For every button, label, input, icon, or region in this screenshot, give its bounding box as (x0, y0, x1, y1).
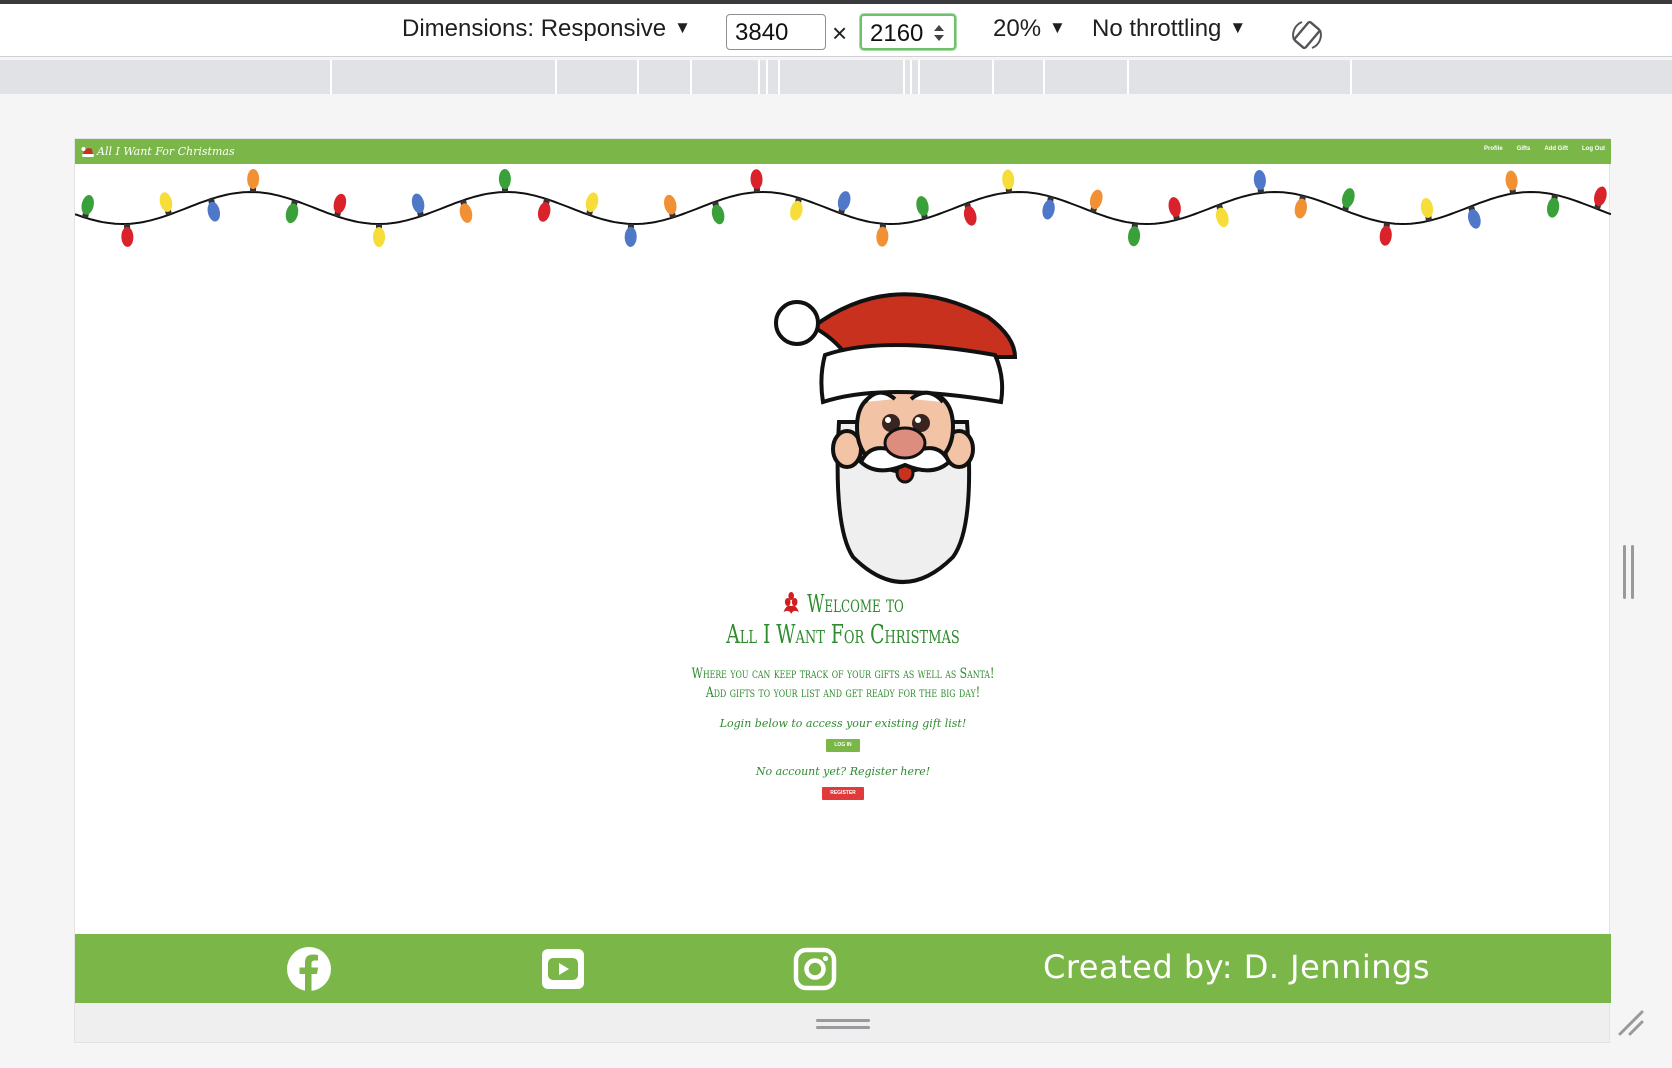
throttling-dropdown[interactable]: No throttling ▼ (1092, 14, 1246, 44)
site-brand[interactable]: All I Want For Christmas (81, 141, 235, 161)
light-bulb (285, 199, 299, 224)
nav-log-out[interactable]: Log Out (1582, 146, 1605, 152)
light-bulb (585, 192, 599, 216)
light-bulb (1128, 223, 1141, 247)
register-hint: No account yet? Register here! (755, 765, 931, 778)
device-viewport: All I Want For Christmas Profile Gifts A… (74, 138, 1611, 1043)
tagline-line2: Add gifts to your list and get ready for… (705, 685, 981, 701)
light-bulb (81, 195, 94, 219)
welcome-heading: Welcome to All I Want For Christmas (643, 589, 1043, 651)
nav-profile[interactable]: Profile (1484, 146, 1503, 152)
light-bulb (1294, 195, 1307, 219)
light-bulb (159, 192, 173, 216)
welcome-line2: All I Want For Christmas (726, 620, 960, 650)
youtube-icon[interactable] (540, 946, 586, 992)
light-bulb (1505, 170, 1518, 194)
tagline-line1: Where you can keep track of your gifts a… (691, 666, 995, 682)
light-bulb (498, 169, 511, 193)
resize-handle-bottom-icon[interactable] (816, 1018, 870, 1030)
site-navbar: All I Want For Christmas Profile Gifts A… (75, 139, 1611, 164)
brand-text: All I Want For Christmas (97, 144, 235, 158)
zoom-label: 20% (993, 15, 1042, 42)
light-bulb (1215, 204, 1229, 228)
stepper-icon[interactable] (932, 22, 946, 44)
dimensions-label: Dimensions: Responsive (402, 15, 667, 42)
light-bulb (624, 223, 637, 247)
light-bulb (247, 169, 260, 193)
nav-gifts[interactable]: Gifts (1517, 146, 1531, 152)
height-input[interactable]: 2160 (860, 14, 956, 50)
light-bulb (1168, 197, 1181, 221)
santa-hat-icon (81, 147, 94, 157)
zoom-dropdown[interactable]: 20% ▼ (993, 14, 1066, 44)
dimensions-dropdown[interactable]: Dimensions: Responsive ▼ (402, 14, 691, 44)
light-bulb (1379, 222, 1392, 246)
light-bulb (790, 197, 803, 221)
media-query-ruler[interactable] (0, 60, 1672, 94)
santa-illustration (774, 292, 1018, 584)
light-bulb (916, 196, 929, 220)
rotate-icon[interactable] (1288, 16, 1326, 54)
nav-add-gift[interactable]: Add Gift (1544, 146, 1568, 152)
light-bulb (1253, 169, 1266, 194)
throttling-caret-icon: ▼ (1229, 18, 1247, 37)
register-button[interactable]: REGISTER (822, 787, 864, 800)
light-bulb (1042, 196, 1055, 220)
zoom-caret-icon: ▼ (1049, 18, 1066, 37)
facebook-icon[interactable] (286, 946, 332, 992)
holly-icon (783, 592, 800, 614)
instagram-icon[interactable] (792, 946, 838, 992)
light-bulb (373, 223, 386, 247)
site-footer: Created by: D. Jennings (75, 934, 1611, 1003)
login-button[interactable]: LOG IN (826, 739, 860, 752)
width-input[interactable]: 3840 (726, 14, 826, 50)
light-bulb (711, 201, 725, 225)
credit-text: Created by: D. Jennings (1043, 948, 1431, 986)
login-hint: Login below to access your existing gift… (719, 717, 967, 730)
welcome-line1-row: Welcome to (703, 589, 983, 619)
resize-handle-right-icon[interactable] (1622, 545, 1636, 599)
width-value: 3840 (735, 19, 789, 46)
light-bulb (750, 169, 763, 193)
christmas-lights-banner (75, 169, 1611, 247)
light-bulb (664, 194, 677, 219)
light-bulb (837, 191, 851, 215)
nav-links: Profile Gifts Add Gift Log Out (1484, 146, 1605, 152)
light-bulb (333, 193, 347, 217)
height-value: 2160 (870, 20, 924, 47)
light-bulb (1546, 194, 1560, 218)
light-bulb (207, 198, 221, 222)
times-sign: × (832, 18, 848, 48)
resize-corner-icon[interactable] (1618, 1010, 1644, 1036)
light-bulb (121, 223, 134, 247)
light-bulb (459, 199, 473, 223)
responsive-toolbar: Dimensions: Responsive ▼ 3840 × 2160 20% ▼… (0, 4, 1672, 57)
light-bulb (411, 193, 425, 217)
light-bulb (537, 198, 551, 222)
light-bulb (1002, 169, 1015, 193)
dimensions-caret-icon: ▼ (674, 18, 691, 37)
throttling-label: No throttling (1092, 15, 1222, 42)
welcome-line1: Welcome to (807, 590, 904, 618)
light-bulb (1420, 198, 1434, 222)
tagline: Where you can keep track of your gifts a… (648, 665, 1038, 703)
light-bulb (876, 223, 889, 247)
